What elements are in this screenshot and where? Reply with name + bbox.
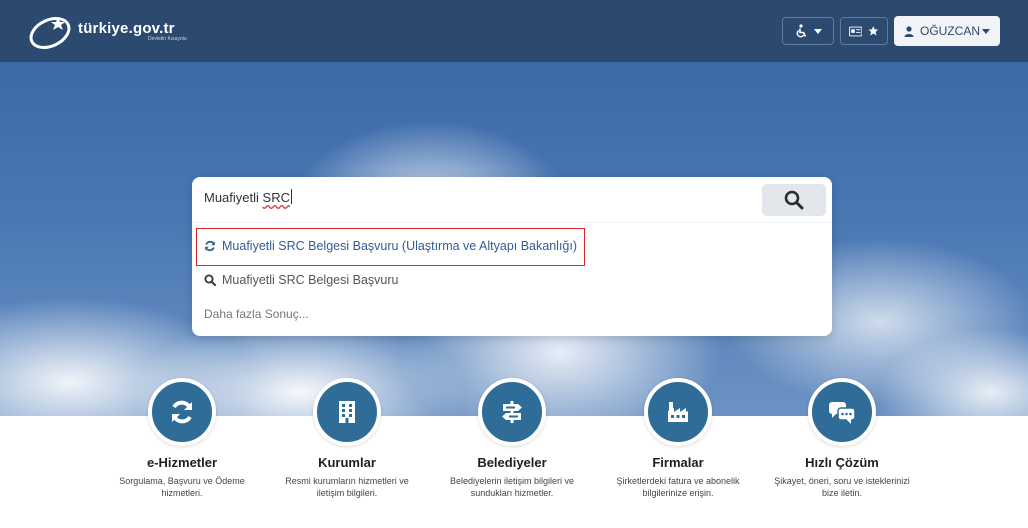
chat-icon <box>829 402 856 424</box>
suggestion-item[interactable]: Muafiyetli SRC Belgesi Başvuru <box>204 273 398 287</box>
user-name: OĞUZCAN <box>920 24 980 38</box>
suggestion-item[interactable]: Muafiyetli SRC Belgesi Başvuru (Ulaştırm… <box>204 239 577 253</box>
search-button[interactable] <box>762 184 826 216</box>
search-query-misspelled: SRC <box>262 190 290 205</box>
suggestion-text: Muafiyetli SRC Belgesi Başvuru (Ulaştırm… <box>222 239 577 253</box>
category-kurumlar[interactable]: Kurumlar Resmi kurumların hizmetleri ve … <box>267 378 427 499</box>
user-menu-button[interactable]: OĞUZCAN <box>894 16 1000 46</box>
site-logo[interactable]: türkiye.gov.tr Devletin Kısayolu <box>28 11 187 51</box>
suggestion-text: Muafiyetli SRC Belgesi Başvuru <box>222 273 399 287</box>
category-description: Şikayet, öneri, soru ve isteklerinizi bi… <box>774 476 910 498</box>
factory-icon <box>668 402 688 422</box>
category-title: Kurumlar <box>318 455 376 470</box>
category-description: Sorgulama, Başvuru ve Ödeme hizmetleri. <box>119 476 245 498</box>
search-icon <box>784 190 804 210</box>
star-icon <box>868 26 879 36</box>
more-results-link[interactable]: Daha fazla Sonuç... <box>204 307 309 321</box>
category-e-hizmetler[interactable]: e-Hizmetler Sorgulama, Başvuru ve Ödeme … <box>102 378 262 499</box>
accessibility-button[interactable] <box>782 17 834 45</box>
category-description: Şirketlerdeki fatura ve abonelik bilgile… <box>616 476 740 498</box>
user-icon <box>904 25 914 37</box>
logo-title: türkiye.gov.tr <box>78 19 175 37</box>
building-icon <box>339 401 355 423</box>
category-title: Belediyeler <box>477 455 547 470</box>
chevron-down-icon <box>982 28 990 34</box>
category-title: Hızlı Çözüm <box>805 455 879 470</box>
logo-subtitle: Devletin Kısayolu <box>148 35 187 42</box>
category-title: Firmalar <box>652 455 704 470</box>
logo-swoosh-icon <box>29 16 71 50</box>
refresh-icon <box>205 240 215 252</box>
category-title: e-Hizmetler <box>146 455 218 470</box>
category-row: e-Hizmetler Sorgulama, Başvuru ve Ödeme … <box>0 378 1028 528</box>
search-panel: Muafiyetli SRC Muafiyetli SRC Belgesi Ba… <box>192 177 832 336</box>
category-belediyeler[interactable]: Belediyeler Belediyelerin iletişim bilgi… <box>432 378 592 499</box>
search-query-text: Muafiyetli <box>204 190 263 205</box>
search-input[interactable]: Muafiyetli SRC <box>204 189 292 205</box>
top-navbar: türkiye.gov.tr Devletin Kısayolu OĞUZCAN <box>0 0 1028 62</box>
accessibility-icon <box>796 24 806 38</box>
category-description: Belediyelerin iletişim bilgileri ve sund… <box>449 476 575 498</box>
text-cursor <box>290 189 292 204</box>
refresh-icon <box>172 400 192 424</box>
category-firmalar[interactable]: Firmalar Şirketlerdeki fatura ve aboneli… <box>598 378 758 499</box>
id-card-icon <box>849 26 863 36</box>
chevron-down-icon <box>813 28 822 34</box>
favorites-button[interactable] <box>840 17 888 45</box>
category-description: Resmi kurumların hizmetleri ve iletişim … <box>285 476 409 498</box>
search-icon <box>204 274 216 286</box>
category-hizli-cozum[interactable]: Hızlı Çözüm Şikayet, öneri, soru ve iste… <box>762 378 922 499</box>
signpost-icon <box>502 401 522 423</box>
